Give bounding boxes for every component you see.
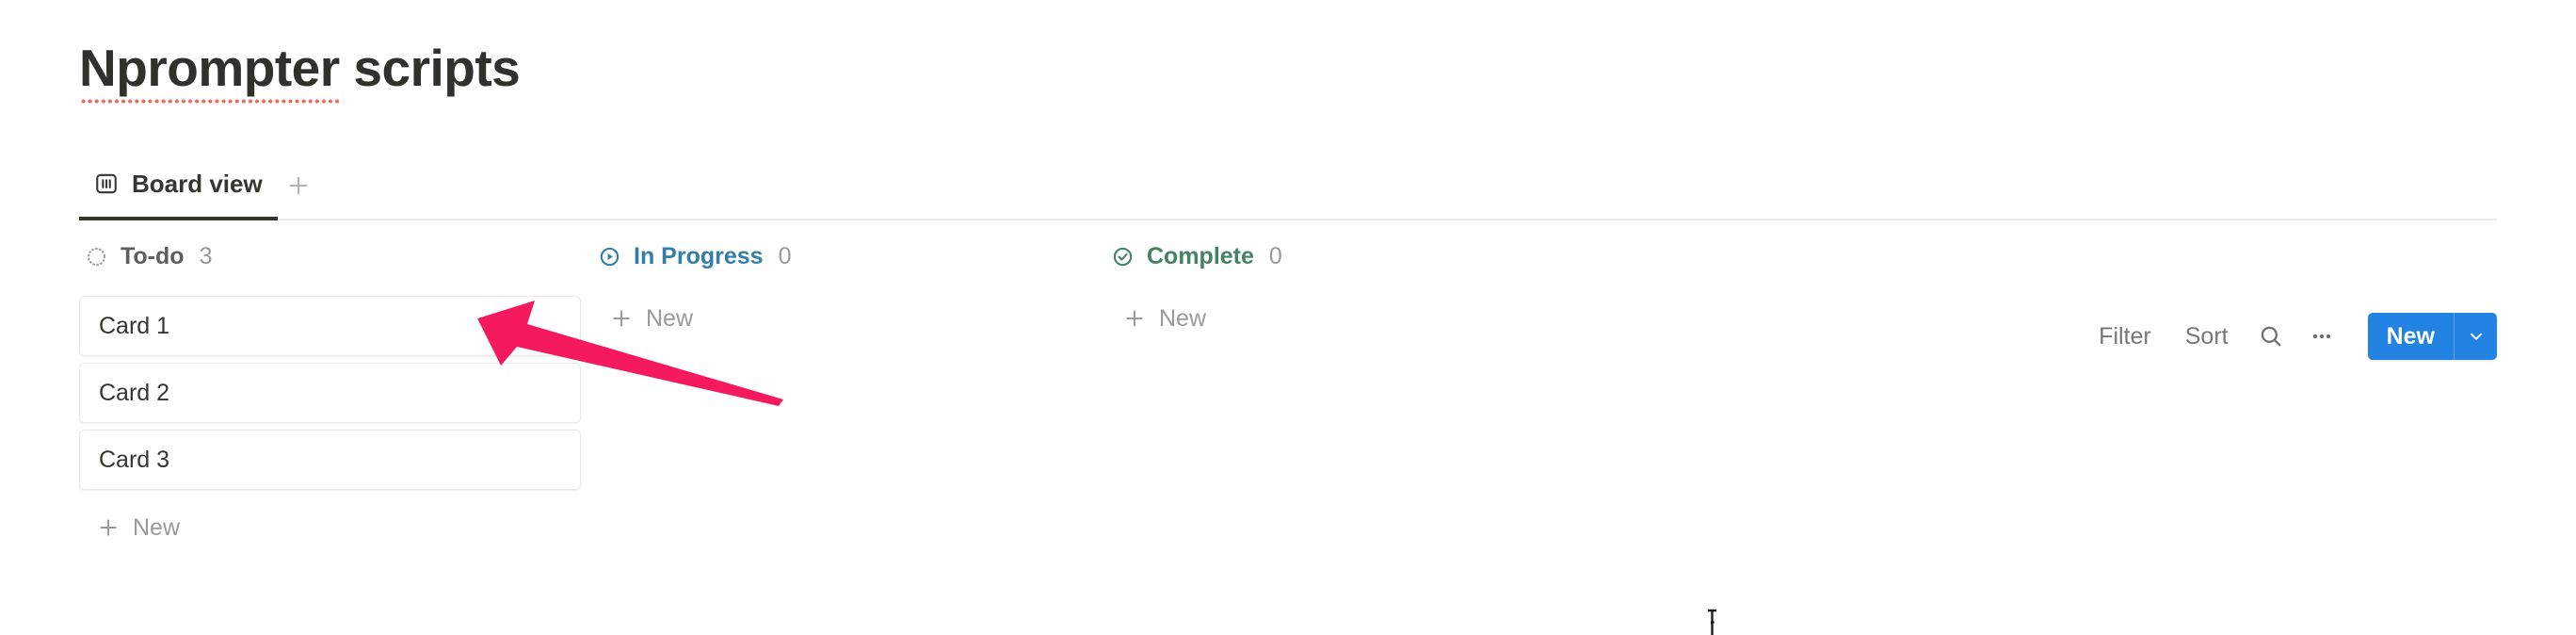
add-view-button[interactable] — [278, 166, 319, 220]
add-card-label: New — [1159, 304, 1207, 332]
column-header[interactable]: Complete 0 — [1105, 237, 1618, 275]
page-title-wrap: Nprompter scripts — [79, 39, 521, 103]
column-name: To-do — [121, 242, 185, 269]
board-card[interactable]: Card 3 — [79, 430, 581, 490]
page-title-rest: scripts — [339, 39, 521, 97]
plus-icon — [289, 176, 307, 195]
card-title: Card 2 — [99, 379, 170, 406]
tab-board-view[interactable]: Board view — [79, 166, 278, 220]
new-button-group: New — [2367, 313, 2497, 360]
column-count: 0 — [778, 242, 792, 269]
play-circle-icon — [598, 245, 621, 269]
add-card-button[interactable]: New — [79, 505, 592, 550]
add-card-button[interactable]: New — [1105, 296, 1618, 341]
new-button[interactable]: New — [2368, 313, 2454, 360]
board-card[interactable]: Card 1 — [79, 296, 581, 356]
board-column-complete: Complete 0 New — [1105, 237, 1618, 550]
tabbar-divider — [79, 219, 2497, 220]
new-button-dropdown[interactable] — [2454, 313, 2497, 360]
add-card-label: New — [133, 513, 181, 541]
column-header[interactable]: To-do 3 — [79, 237, 592, 275]
kanban-board: To-do 3 Card 1 Card 2 Card 3 New In Prog… — [79, 237, 1618, 550]
plus-icon — [1126, 310, 1143, 327]
board-toolbar: Filter Sort New — [2082, 309, 2497, 364]
board-column-in-progress: In Progress 0 New — [592, 237, 1105, 550]
card-title: Card 1 — [99, 312, 170, 339]
text-ibeam-cursor — [1702, 608, 1723, 635]
plus-icon — [100, 519, 117, 536]
column-header[interactable]: In Progress 0 — [592, 237, 1105, 275]
misspelled-word: Nprompter — [79, 39, 340, 103]
search-icon[interactable] — [2246, 314, 2296, 359]
view-tabbar: Board view Filter Sort New — [0, 151, 2576, 360]
board-view-icon — [94, 171, 119, 196]
add-card-label: New — [646, 304, 694, 332]
sort-button[interactable]: Sort — [2168, 324, 2246, 349]
view-tabs: Board view — [79, 166, 319, 220]
check-circle-icon — [1111, 245, 1135, 269]
ellipsis-icon[interactable] — [2296, 314, 2347, 359]
column-name: Complete — [1147, 242, 1254, 269]
board-card[interactable]: Card 2 — [79, 363, 581, 423]
add-card-button[interactable]: New — [592, 296, 1105, 341]
tab-label: Board view — [132, 170, 263, 198]
board-page: Nprompter scripts Board view Filter Sort… — [0, 0, 2576, 635]
filter-button[interactable]: Filter — [2082, 324, 2168, 349]
column-count: 0 — [1268, 242, 1282, 269]
dotted-circle-icon — [85, 245, 108, 269]
column-cards: Card 1 Card 2 Card 3 — [79, 296, 592, 490]
board-column-todo: To-do 3 Card 1 Card 2 Card 3 New — [79, 237, 592, 550]
card-title: Card 3 — [99, 446, 170, 473]
column-name: In Progress — [634, 242, 764, 269]
page-title[interactable]: Nprompter scripts — [79, 39, 521, 103]
chevron-down-icon — [2470, 333, 2482, 340]
plus-icon — [613, 310, 630, 327]
column-count: 3 — [199, 242, 213, 269]
